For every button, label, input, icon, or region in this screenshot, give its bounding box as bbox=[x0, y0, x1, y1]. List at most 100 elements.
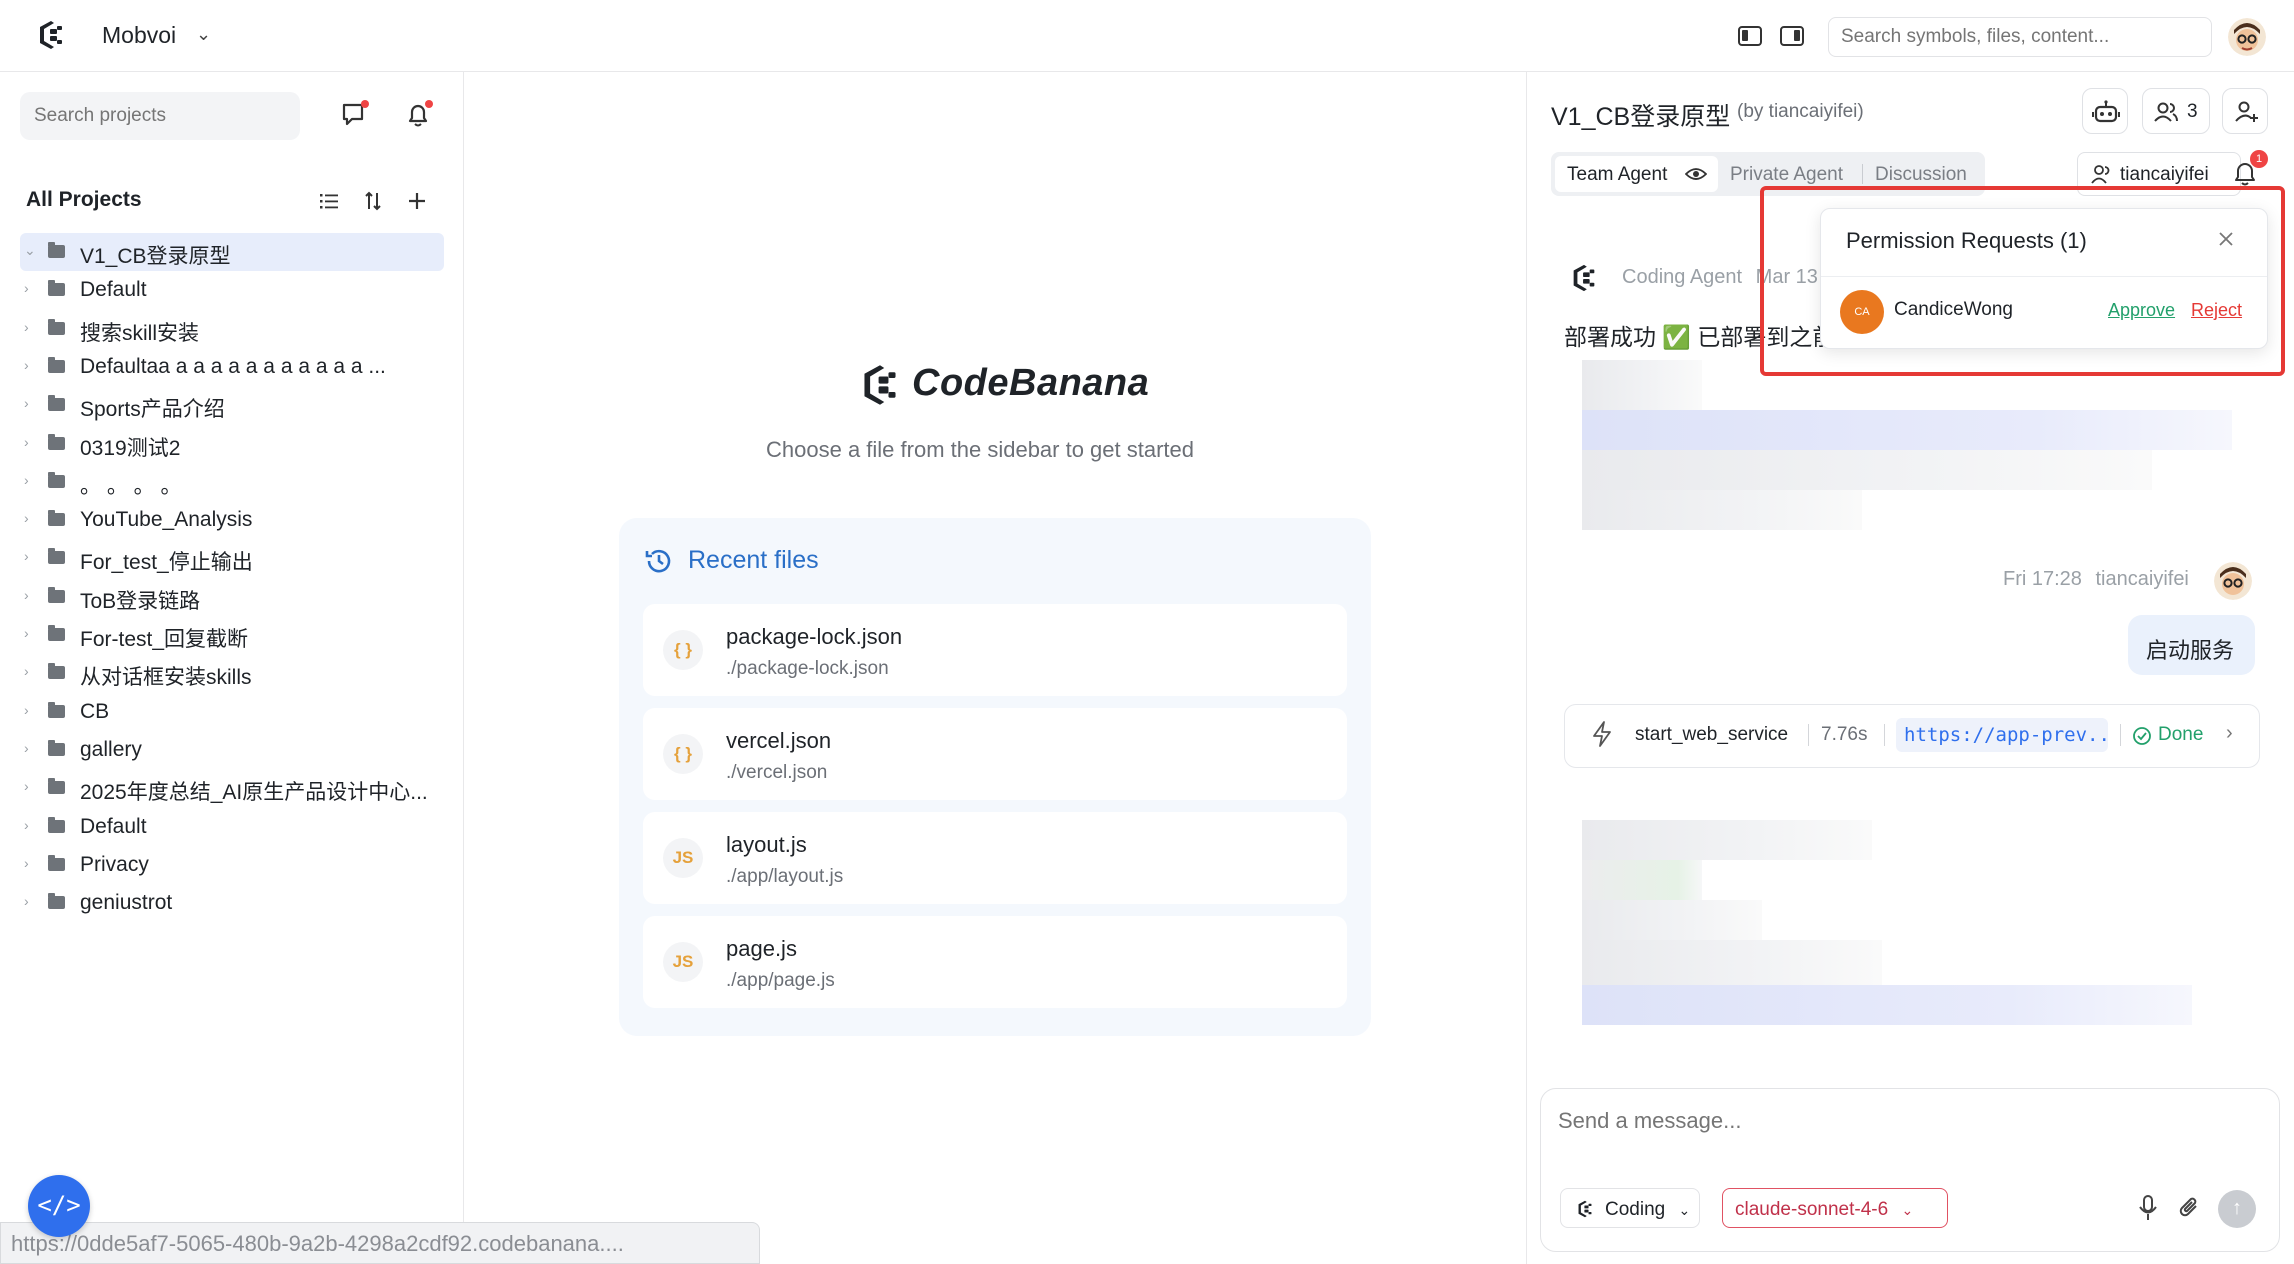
folder-icon bbox=[48, 663, 65, 680]
project-item[interactable]: › Sports产品介绍 bbox=[20, 386, 444, 424]
workspace-name[interactable]: Mobvoi bbox=[102, 22, 176, 49]
tool-output-url[interactable]: https://app-prev... bbox=[1896, 718, 2108, 752]
folder-icon bbox=[48, 625, 65, 641]
top-bar: Mobvoi ⌄ bbox=[0, 0, 2294, 72]
project-item[interactable]: › 2025年度总结_AI原生产品设计中心... bbox=[20, 769, 444, 807]
global-search-input[interactable] bbox=[1828, 17, 2212, 57]
user-avatar[interactable] bbox=[2228, 18, 2266, 56]
recent-file-item[interactable]: JS layout.js ./app/layout.js bbox=[643, 812, 1347, 904]
chevron-right-icon[interactable]: › bbox=[24, 395, 29, 411]
project-name: 。 。 。 。 bbox=[80, 474, 182, 498]
project-item[interactable]: › gallery bbox=[20, 731, 444, 769]
model-selector[interactable]: claude-sonnet-4-6 ⌄ bbox=[1722, 1188, 1948, 1228]
codebanana-logo-icon[interactable] bbox=[34, 18, 68, 52]
microphone-icon[interactable] bbox=[2136, 1194, 2160, 1222]
tab-team-agent[interactable]: Team Agent bbox=[1555, 156, 1718, 192]
file-type-icon: { } bbox=[663, 734, 703, 774]
project-name: 搜索skill安装 bbox=[80, 321, 199, 345]
chevron-right-icon[interactable]: › bbox=[24, 625, 29, 641]
recent-file-item[interactable]: { } vercel.json ./vercel.json bbox=[643, 708, 1347, 800]
tool-divider bbox=[2120, 724, 2121, 746]
chevron-right-icon[interactable]: › bbox=[24, 548, 29, 564]
chevron-right-icon[interactable]: › bbox=[24, 817, 29, 833]
notification-badge: 1 bbox=[2250, 150, 2268, 168]
chevron-right-icon[interactable]: › bbox=[2226, 722, 2233, 745]
folder-icon bbox=[48, 701, 65, 718]
robot-icon bbox=[2092, 100, 2120, 123]
toggle-right-panel-icon[interactable] bbox=[1780, 26, 1804, 46]
chevron-down-icon[interactable]: ⌄ bbox=[196, 24, 211, 45]
project-item[interactable]: › Default bbox=[20, 271, 444, 309]
project-item[interactable]: ⌄ V1_CB登录原型 bbox=[20, 233, 444, 271]
project-item[interactable]: › 从对话框安装skills bbox=[20, 654, 444, 692]
chevron-right-icon[interactable]: › bbox=[24, 357, 29, 373]
chevron-right-icon[interactable]: › bbox=[24, 740, 29, 756]
add-project-icon[interactable] bbox=[406, 190, 428, 212]
project-name: 从对话框安装skills bbox=[80, 666, 252, 690]
add-user-icon bbox=[2235, 101, 2258, 122]
chevron-right-icon[interactable]: › bbox=[24, 319, 29, 335]
folder-icon bbox=[48, 778, 65, 795]
invite-member-button[interactable] bbox=[2222, 88, 2268, 134]
chevron-right-icon[interactable]: › bbox=[24, 702, 29, 718]
project-item[interactable]: › 0319测试2 bbox=[20, 425, 444, 463]
notification-bell-icon[interactable] bbox=[404, 100, 434, 130]
send-button[interactable]: ↑ bbox=[2218, 1190, 2256, 1228]
project-item[interactable]: › 。 。 。 。 bbox=[20, 463, 444, 501]
chevron-right-icon[interactable]: › bbox=[24, 510, 29, 526]
agent-settings-button[interactable] bbox=[2082, 88, 2128, 134]
chevron-right-icon[interactable]: › bbox=[24, 855, 29, 871]
feedback-icon[interactable] bbox=[340, 100, 370, 130]
project-name: 0319测试2 bbox=[80, 436, 181, 460]
file-name: package-lock.json bbox=[726, 624, 903, 649]
file-path: ./app/layout.js bbox=[726, 866, 844, 887]
chevron-right-icon[interactable]: › bbox=[24, 280, 29, 296]
project-item[interactable]: › Privacy bbox=[20, 846, 444, 884]
project-name: CB bbox=[80, 699, 110, 723]
project-search-input[interactable] bbox=[20, 92, 300, 140]
members-button[interactable]: 3 bbox=[2142, 88, 2210, 134]
chevron-right-icon[interactable]: › bbox=[24, 778, 29, 794]
tool-divider bbox=[1808, 724, 1809, 746]
folder-icon bbox=[48, 854, 65, 871]
chevron-right-icon[interactable]: › bbox=[24, 472, 29, 488]
tool-divider bbox=[1884, 724, 1885, 746]
sort-icon[interactable] bbox=[362, 190, 384, 212]
requester-name: CandiceWong bbox=[1894, 299, 2014, 320]
project-item[interactable]: › For_test_停止输出 bbox=[20, 539, 444, 577]
project-item[interactable]: › Defaultaa a a a a a a a a a a a ... bbox=[20, 348, 444, 386]
project-item[interactable]: › geniustrot bbox=[20, 884, 444, 922]
project-item[interactable]: › Default bbox=[20, 808, 444, 846]
reject-button[interactable]: Reject bbox=[2191, 300, 2242, 321]
project-item[interactable]: › CB bbox=[20, 693, 444, 731]
chevron-down-icon[interactable]: ⌄ bbox=[24, 242, 36, 259]
project-name: Default bbox=[80, 278, 147, 302]
current-user-name: tiancaiyifei bbox=[2120, 164, 2209, 185]
project-item[interactable]: › For-test_回复截断 bbox=[20, 616, 444, 654]
recent-file-item[interactable]: { } package-lock.json ./package-lock.json bbox=[643, 604, 1347, 696]
paperclip-icon[interactable] bbox=[2178, 1194, 2202, 1222]
project-item[interactable]: › ToB登录链路 bbox=[20, 578, 444, 616]
close-icon[interactable] bbox=[2216, 229, 2236, 249]
list-view-icon[interactable] bbox=[318, 190, 340, 212]
chevron-right-icon[interactable]: › bbox=[24, 434, 29, 450]
toggle-left-panel-icon[interactable] bbox=[1738, 26, 1762, 46]
chevron-right-icon[interactable]: › bbox=[24, 587, 29, 603]
file-type-icon: JS bbox=[663, 838, 703, 878]
project-name: For_test_停止输出 bbox=[80, 551, 253, 575]
project-item[interactable]: › YouTube_Analysis bbox=[20, 501, 444, 539]
chevron-down-icon: ⌄ bbox=[1901, 1202, 1914, 1218]
eye-icon[interactable] bbox=[1685, 166, 1707, 182]
approve-button[interactable]: Approve bbox=[2108, 300, 2175, 321]
chevron-right-icon[interactable]: › bbox=[24, 893, 29, 909]
users-icon bbox=[2154, 102, 2178, 122]
project-name: ToB登录链路 bbox=[80, 589, 201, 613]
code-view-button[interactable]: </> bbox=[28, 1175, 90, 1237]
chevron-right-icon[interactable]: › bbox=[24, 663, 29, 679]
message-input[interactable] bbox=[1558, 1108, 2158, 1134]
recent-file-item[interactable]: JS page.js ./app/page.js bbox=[643, 916, 1347, 1008]
project-owner: (by tiancaiyifei) bbox=[1737, 101, 1864, 122]
project-item[interactable]: › 搜索skill安装 bbox=[20, 310, 444, 348]
mode-selector[interactable]: Coding ⌄ bbox=[1560, 1188, 1700, 1228]
project-name: Sports产品介绍 bbox=[80, 398, 225, 422]
